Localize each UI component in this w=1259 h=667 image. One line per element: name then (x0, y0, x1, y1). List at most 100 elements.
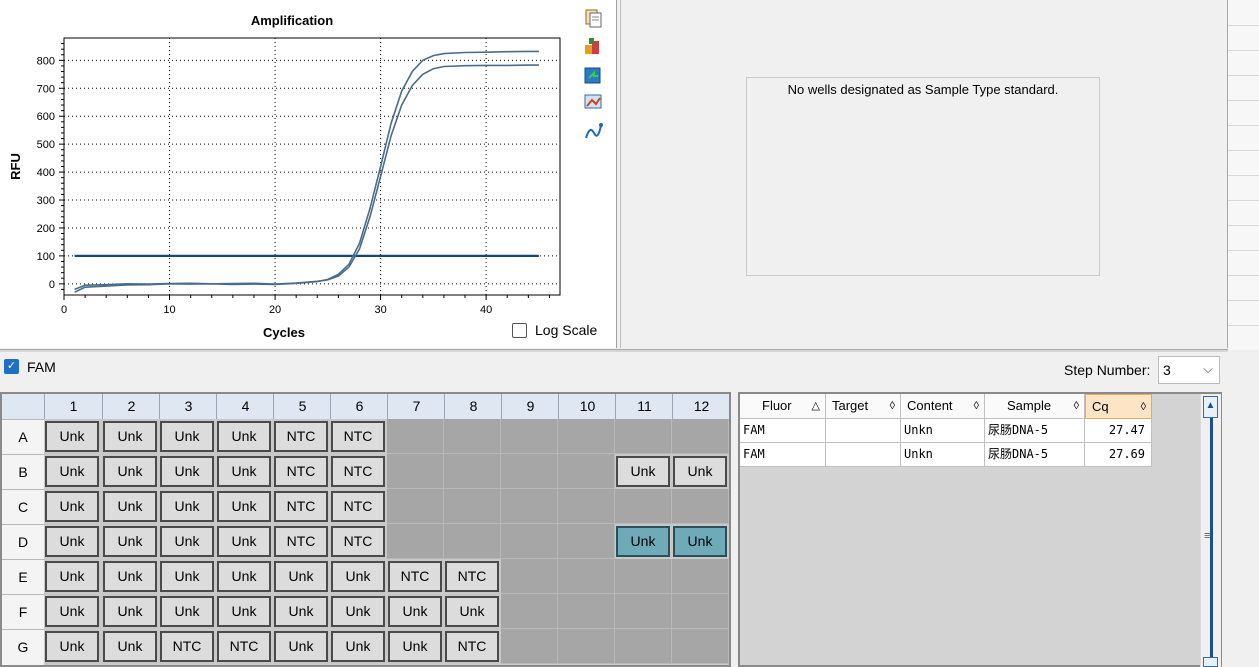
copy-icon[interactable] (582, 8, 604, 28)
chart-style-icon[interactable] (582, 121, 604, 141)
plate-well[interactable]: NTC (445, 561, 499, 592)
plate-well[interactable]: NTC (331, 491, 385, 522)
plate-column-header[interactable]: 6 (330, 394, 388, 419)
table-cell[interactable]: Unkn (901, 419, 985, 443)
plate-well[interactable]: Unk (45, 491, 99, 522)
plate-well[interactable]: Unk (103, 631, 157, 662)
column-header-cq[interactable]: Cq ◊ (1085, 394, 1152, 419)
plate-well-empty[interactable] (672, 559, 729, 594)
plate-column-header[interactable]: 12 (672, 394, 729, 419)
sort-icon[interactable]: ◊ (1074, 394, 1079, 418)
plate-well[interactable]: Unk (103, 456, 157, 487)
plate-well[interactable]: Unk (673, 526, 727, 557)
plate-well[interactable]: Unk (160, 421, 214, 452)
column-header-content[interactable]: Content ◊ (901, 394, 985, 419)
plate-well[interactable]: Unk (274, 561, 328, 592)
table-cell[interactable]: Unkn (901, 443, 985, 467)
plate-row-header[interactable]: B (2, 454, 44, 490)
plate-row-header[interactable]: F (2, 594, 44, 630)
plate-well[interactable]: NTC (274, 526, 328, 557)
plate-well-empty[interactable] (558, 559, 615, 594)
plate-well-empty[interactable] (444, 454, 501, 489)
plate-well-empty[interactable] (615, 594, 672, 629)
plate-row-header[interactable]: C (2, 489, 44, 525)
plate-well-empty[interactable] (558, 454, 615, 489)
plate-well[interactable]: Unk (388, 596, 442, 627)
column-header-target[interactable]: Target ◊ (826, 394, 901, 419)
plate-well-empty[interactable] (672, 629, 729, 664)
scroll-thumb[interactable] (1210, 418, 1213, 658)
plate-column-header[interactable]: 11 (615, 394, 673, 419)
plate-well[interactable]: Unk (217, 596, 271, 627)
plate-corner[interactable] (2, 394, 44, 419)
plate-well[interactable]: Unk (45, 561, 99, 592)
plate-well[interactable]: Unk (445, 596, 499, 627)
plate-row-header[interactable]: G (2, 629, 44, 665)
scroll-down-button[interactable] (1203, 657, 1218, 667)
plate-well-empty[interactable] (558, 489, 615, 524)
log-scale-checkbox[interactable]: Log Scale (512, 322, 597, 338)
plate-column-header[interactable]: 1 (44, 394, 102, 419)
sort-icon[interactable]: ◊ (890, 394, 895, 418)
refresh-icon[interactable] (582, 65, 604, 85)
plate-well[interactable]: Unk (616, 456, 670, 487)
plate-grid[interactable]: 1 2 3 4 5 6 7 8 9 10 11 12 A Unk Unk Unk Unk NTC NTC B Unk Un… (0, 392, 731, 667)
plate-row-header[interactable]: A (2, 419, 44, 455)
plate-well-empty[interactable] (615, 559, 672, 594)
plate-well-empty[interactable] (558, 594, 615, 629)
plate-well[interactable]: Unk (160, 491, 214, 522)
plate-well[interactable]: Unk (160, 456, 214, 487)
plate-well[interactable]: Unk (45, 526, 99, 557)
plate-well-empty[interactable] (444, 489, 501, 524)
plate-well[interactable]: Unk (103, 596, 157, 627)
table-cell[interactable]: FAM (740, 443, 826, 467)
plate-well[interactable]: NTC (274, 491, 328, 522)
plate-well-empty[interactable] (672, 594, 729, 629)
plate-well[interactable]: NTC (331, 526, 385, 557)
plate-well[interactable]: Unk (45, 596, 99, 627)
plate-column-header[interactable]: 10 (558, 394, 616, 419)
plate-row-header[interactable]: D (2, 524, 44, 560)
plate-column-header[interactable]: 9 (501, 394, 559, 419)
plate-well-empty[interactable] (558, 524, 615, 559)
plate-well[interactable]: NTC (445, 631, 499, 662)
plate-column-header[interactable]: 2 (102, 394, 160, 419)
sort-icon[interactable]: ◊ (1141, 395, 1146, 419)
plate-well-empty[interactable] (501, 419, 558, 454)
plate-well[interactable]: Unk (103, 421, 157, 452)
column-header-fluor[interactable]: Fluor △ (740, 394, 826, 419)
plate-well-empty[interactable] (672, 489, 729, 524)
plate-well-empty[interactable] (615, 489, 672, 524)
results-scrollbar[interactable]: ▲ ≡ (1200, 394, 1221, 667)
plate-well[interactable]: Unk (103, 491, 157, 522)
table-cell[interactable]: 27.47 (1085, 419, 1152, 443)
plate-well[interactable]: Unk (388, 631, 442, 662)
step-number-select[interactable]: 3 ⌵ (1158, 356, 1220, 384)
plate-well[interactable]: Unk (331, 631, 385, 662)
plate-well-empty[interactable] (672, 419, 729, 454)
plate-well-empty[interactable] (444, 524, 501, 559)
plate-well-empty[interactable] (444, 419, 501, 454)
plate-column-header[interactable]: 4 (216, 394, 274, 419)
plate-well-empty[interactable] (615, 629, 672, 664)
plate-well-empty[interactable] (501, 454, 558, 489)
sort-icon[interactable]: △ (812, 394, 820, 418)
plate-well-empty[interactable] (387, 454, 444, 489)
plate-well[interactable]: Unk (45, 631, 99, 662)
table-cell[interactable]: FAM (740, 419, 826, 443)
export-icon[interactable] (582, 36, 604, 56)
plate-well[interactable]: NTC (160, 631, 214, 662)
scroll-up-button[interactable]: ▲ (1203, 396, 1218, 418)
sort-icon[interactable]: ◊ (974, 394, 979, 418)
plate-well[interactable]: Unk (160, 526, 214, 557)
image-icon[interactable] (582, 92, 604, 112)
plate-well[interactable]: Unk (160, 596, 214, 627)
column-header-sample[interactable]: Sample ◊ (985, 394, 1085, 419)
plate-well[interactable]: NTC (274, 421, 328, 452)
fam-checkbox[interactable]: ✓ (4, 359, 19, 374)
plate-well[interactable]: Unk (274, 631, 328, 662)
plate-column-header[interactable]: 8 (444, 394, 502, 419)
plate-column-header[interactable]: 7 (387, 394, 445, 419)
plate-well[interactable]: Unk (160, 561, 214, 592)
plate-well-empty[interactable] (501, 559, 558, 594)
